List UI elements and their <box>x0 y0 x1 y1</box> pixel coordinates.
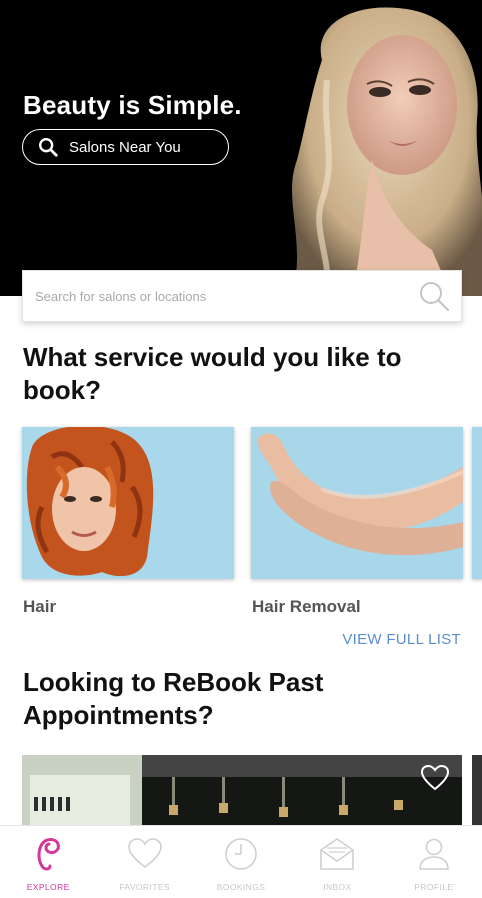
hair-service-photo <box>22 427 234 579</box>
tab-profile[interactable]: PROFILE <box>386 826 482 898</box>
search-input[interactable] <box>35 288 417 304</box>
salons-near-you-button[interactable]: Salons Near You <box>22 129 229 165</box>
bottom-tab-bar: EXPLORE FAVORITES BOOKINGS INBOX PROFILE <box>0 825 482 898</box>
tab-label-favorites: FAVORITES <box>119 882 170 892</box>
heart-icon <box>127 838 162 869</box>
tab-explore[interactable]: EXPLORE <box>0 826 96 898</box>
service-label-hair: Hair <box>23 597 57 616</box>
service-card-next[interactable] <box>472 427 482 579</box>
tab-label-explore: EXPLORE <box>26 882 70 892</box>
tab-inbox[interactable]: INBOX <box>289 826 385 898</box>
favorite-heart-icon[interactable] <box>420 764 450 792</box>
hero-title: Beauty is Simple. <box>23 90 242 120</box>
tab-bookings[interactable]: BOOKINGS <box>193 826 289 898</box>
tab-label-profile: PROFILE <box>414 882 454 892</box>
salon-search-bar <box>22 270 462 322</box>
service-card-hair-removal[interactable] <box>251 427 463 579</box>
salon-interior-photo <box>22 755 462 835</box>
tab-label-inbox: INBOX <box>323 882 352 892</box>
search-icon <box>39 138 58 157</box>
tab-label-bookings: BOOKINGS <box>216 882 266 892</box>
search-icon[interactable] <box>417 279 451 313</box>
view-full-list-link[interactable]: VIEW FULL LIST <box>342 631 461 648</box>
tab-favorites[interactable]: FAVORITES <box>96 826 192 898</box>
service-carousel[interactable] <box>22 427 482 582</box>
rebook-next-card[interactable] <box>472 755 482 835</box>
explore-logo-icon <box>37 838 61 871</box>
envelope-icon <box>320 838 355 870</box>
service-card-hair[interactable] <box>22 427 234 579</box>
rebook-heading: Looking to ReBook Past Appointments? <box>23 667 324 730</box>
salons-near-you-label: Salons Near You <box>69 138 181 156</box>
person-icon <box>419 838 449 870</box>
hair-removal-service-photo <box>251 427 463 579</box>
rebook-salon-card[interactable] <box>22 755 462 835</box>
service-label-hair-removal: Hair Removal <box>252 597 361 616</box>
services-heading: What service would you like to book? <box>23 342 402 405</box>
hero-model-photo <box>292 7 482 296</box>
clock-icon <box>225 838 257 870</box>
hero-banner: Beauty is Simple. Salons Near You <box>0 0 482 296</box>
